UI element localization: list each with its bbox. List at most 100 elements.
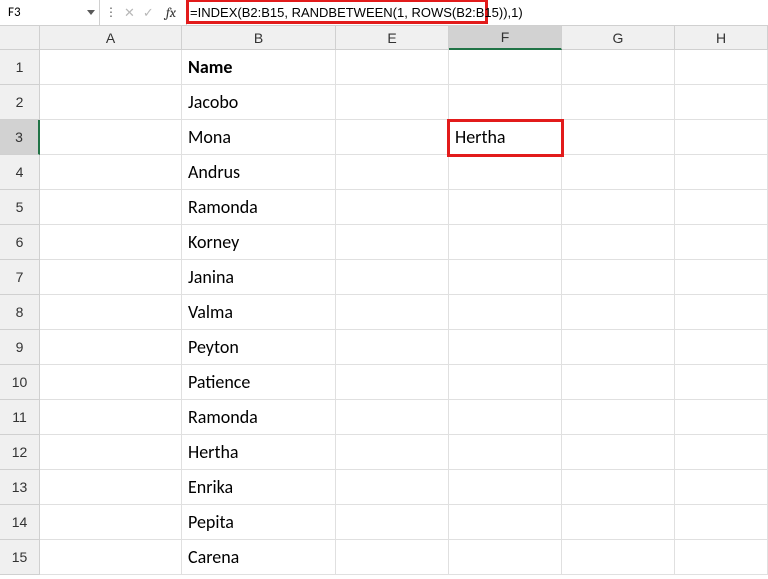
fx-icon[interactable]: fx: [160, 6, 182, 20]
cell-E3[interactable]: [336, 120, 449, 155]
cell-B15[interactable]: Carena: [182, 540, 336, 575]
cell-E10[interactable]: [336, 365, 449, 400]
cell-B10[interactable]: Patience: [182, 365, 336, 400]
cell-H13[interactable]: [675, 470, 768, 505]
cell-H11[interactable]: [675, 400, 768, 435]
cell-A8[interactable]: [40, 295, 182, 330]
cell-B9[interactable]: Peyton: [182, 330, 336, 365]
cell-G7[interactable]: [562, 260, 675, 295]
formula-input[interactable]: =INDEX(B2:B15, RANDBETWEEN(1, ROWS(B2:B1…: [187, 6, 523, 19]
cell-B7[interactable]: Janina: [182, 260, 336, 295]
cell-F14[interactable]: [449, 505, 562, 540]
cell-E15[interactable]: [336, 540, 449, 575]
cell-H15[interactable]: [675, 540, 768, 575]
cell-A9[interactable]: [40, 330, 182, 365]
cell-G13[interactable]: [562, 470, 675, 505]
row-header-15[interactable]: 15: [0, 540, 40, 575]
cell-A7[interactable]: [40, 260, 182, 295]
cell-E11[interactable]: [336, 400, 449, 435]
cell-F13[interactable]: [449, 470, 562, 505]
cell-E13[interactable]: [336, 470, 449, 505]
cell-A4[interactable]: [40, 155, 182, 190]
column-header-H[interactable]: H: [675, 26, 768, 50]
cell-F11[interactable]: [449, 400, 562, 435]
cell-A5[interactable]: [40, 190, 182, 225]
cell-G6[interactable]: [562, 225, 675, 260]
cell-E6[interactable]: [336, 225, 449, 260]
row-header-3[interactable]: 3: [0, 120, 40, 155]
cell-H12[interactable]: [675, 435, 768, 470]
cell-G1[interactable]: [562, 50, 675, 85]
chevron-down-icon[interactable]: [87, 10, 95, 15]
cell-G2[interactable]: [562, 85, 675, 120]
cell-H6[interactable]: [675, 225, 768, 260]
cell-E1[interactable]: [336, 50, 449, 85]
cell-A15[interactable]: [40, 540, 182, 575]
row-header-1[interactable]: 1: [0, 50, 40, 85]
column-header-G[interactable]: G: [562, 26, 675, 50]
cell-H5[interactable]: [675, 190, 768, 225]
cell-G9[interactable]: [562, 330, 675, 365]
cell-F2[interactable]: [449, 85, 562, 120]
cell-H3[interactable]: [675, 120, 768, 155]
cell-F7[interactable]: [449, 260, 562, 295]
cell-B11[interactable]: Ramonda: [182, 400, 336, 435]
cell-H4[interactable]: [675, 155, 768, 190]
cell-H2[interactable]: [675, 85, 768, 120]
cell-F6[interactable]: [449, 225, 562, 260]
row-header-9[interactable]: 9: [0, 330, 40, 365]
cell-H8[interactable]: [675, 295, 768, 330]
confirm-formula-button[interactable]: ✓: [141, 6, 156, 19]
cell-G15[interactable]: [562, 540, 675, 575]
cell-B13[interactable]: Enrika: [182, 470, 336, 505]
cell-G12[interactable]: [562, 435, 675, 470]
cell-E4[interactable]: [336, 155, 449, 190]
cell-A14[interactable]: [40, 505, 182, 540]
cell-B3[interactable]: Mona: [182, 120, 336, 155]
column-header-F[interactable]: F: [449, 26, 562, 50]
cell-E2[interactable]: [336, 85, 449, 120]
cell-F1[interactable]: [449, 50, 562, 85]
cell-F10[interactable]: [449, 365, 562, 400]
cell-B8[interactable]: Valma: [182, 295, 336, 330]
cell-E14[interactable]: [336, 505, 449, 540]
cell-F12[interactable]: [449, 435, 562, 470]
cell-A6[interactable]: [40, 225, 182, 260]
cell-A1[interactable]: [40, 50, 182, 85]
cell-E8[interactable]: [336, 295, 449, 330]
cell-B2[interactable]: Jacobo: [182, 85, 336, 120]
cell-F15[interactable]: [449, 540, 562, 575]
name-box[interactable]: F3: [0, 0, 100, 26]
cell-F3[interactable]: Hertha: [449, 120, 562, 155]
cell-G11[interactable]: [562, 400, 675, 435]
row-header-10[interactable]: 10: [0, 365, 40, 400]
cell-F5[interactable]: [449, 190, 562, 225]
cell-E5[interactable]: [336, 190, 449, 225]
column-header-E[interactable]: E: [336, 26, 449, 50]
cell-B5[interactable]: Ramonda: [182, 190, 336, 225]
row-header-12[interactable]: 12: [0, 435, 40, 470]
kebab-icon[interactable]: ⋮: [104, 7, 118, 19]
cell-G3[interactable]: [562, 120, 675, 155]
cell-E7[interactable]: [336, 260, 449, 295]
row-header-14[interactable]: 14: [0, 505, 40, 540]
cell-A11[interactable]: [40, 400, 182, 435]
column-header-B[interactable]: B: [182, 26, 336, 50]
row-header-4[interactable]: 4: [0, 155, 40, 190]
cell-B1[interactable]: Name: [182, 50, 336, 85]
cell-G10[interactable]: [562, 365, 675, 400]
row-header-7[interactable]: 7: [0, 260, 40, 295]
row-header-5[interactable]: 5: [0, 190, 40, 225]
cell-A10[interactable]: [40, 365, 182, 400]
cell-H9[interactable]: [675, 330, 768, 365]
cell-H7[interactable]: [675, 260, 768, 295]
cell-A3[interactable]: [40, 120, 182, 155]
row-header-13[interactable]: 13: [0, 470, 40, 505]
cell-G8[interactable]: [562, 295, 675, 330]
cell-E12[interactable]: [336, 435, 449, 470]
cell-G14[interactable]: [562, 505, 675, 540]
cell-H10[interactable]: [675, 365, 768, 400]
cell-B6[interactable]: Korney: [182, 225, 336, 260]
cell-H1[interactable]: [675, 50, 768, 85]
cell-B14[interactable]: Pepita: [182, 505, 336, 540]
